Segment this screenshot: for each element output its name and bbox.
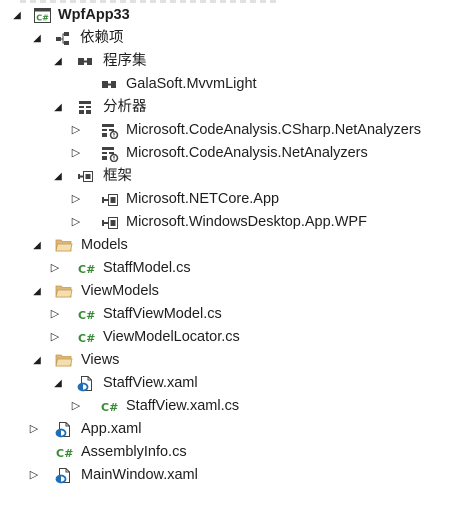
csharp-file-icon: C# xyxy=(78,261,95,276)
tree-item-analyzer-net[interactable]: ▷ Microsoft.CodeAnalysis.NetAnalyzers xyxy=(0,142,473,165)
tree-item-windowsdesktop[interactable]: ▷ Microsoft.WindowsDesktop.App.WPF xyxy=(0,211,473,234)
collapsed-arrow-icon[interactable]: ▷ xyxy=(69,395,83,418)
xaml-file-icon xyxy=(55,468,71,484)
analyzers-icon xyxy=(77,100,93,115)
expanded-arrow-icon[interactable]: ◢ xyxy=(30,280,44,303)
tree-item-label: AssemblyInfo.cs xyxy=(81,444,187,460)
frameworks-icon xyxy=(77,169,93,184)
svg-text:C#: C# xyxy=(101,401,118,414)
collapsed-arrow-icon[interactable]: ▷ xyxy=(69,211,83,234)
tree-item-label: GalaSoft.MvvmLight xyxy=(126,76,257,92)
csharp-file-icon: C# xyxy=(56,445,73,460)
tree-item-staffmodel[interactable]: ▷ C# StaffModel.cs xyxy=(0,257,473,280)
tree-item-label: App.xaml xyxy=(81,421,142,437)
tree-item-label: Microsoft.CodeAnalysis.CSharp.NetAnalyze… xyxy=(126,122,421,138)
tree-item-label: 框架 xyxy=(103,168,132,184)
framework-reference-icon xyxy=(101,192,118,207)
dependencies-icon xyxy=(55,31,71,46)
tree-item-label: 分析器 xyxy=(103,99,147,115)
svg-text:C#: C# xyxy=(78,309,95,322)
tree-item-mvvmlight[interactable]: GalaSoft.MvvmLight xyxy=(0,73,473,96)
collapsed-arrow-icon[interactable]: ▷ xyxy=(69,119,83,142)
tree-item-label: StaffView.xaml.cs xyxy=(126,398,240,414)
folder-icon xyxy=(55,284,73,299)
tree-item-staffview-xaml[interactable]: ◢ StaffView.xaml xyxy=(0,372,473,395)
tree-item-app-xaml[interactable]: ▷ App.xaml xyxy=(0,418,473,441)
tree-item-mainwindow[interactable]: ▷ MainWindow.xaml xyxy=(0,464,473,487)
tree-item-assemblyinfo[interactable]: C# AssemblyInfo.cs xyxy=(0,441,473,464)
collapsed-arrow-icon[interactable]: ▷ xyxy=(69,188,83,211)
tree-item-netcore[interactable]: ▷ Microsoft.NETCore.App xyxy=(0,188,473,211)
collapsed-arrow-icon[interactable]: ▷ xyxy=(48,303,62,326)
tree-item-staffview-cs[interactable]: ▷ C# StaffView.xaml.cs xyxy=(0,395,473,418)
tree-item-assemblies[interactable]: ◢ 程序集 xyxy=(0,50,473,73)
expanded-arrow-icon[interactable]: ◢ xyxy=(51,96,65,119)
csharp-project-icon: C# xyxy=(34,8,51,23)
tree-item-project[interactable]: ◢ C# WpfApp33 xyxy=(0,4,473,27)
tree-item-analyzer-csharp[interactable]: ▷ Microsoft.CodeAnalysis.CSharp.NetAnaly… xyxy=(0,119,473,142)
collapsed-arrow-icon[interactable]: ▷ xyxy=(27,418,41,441)
svg-text:C#: C# xyxy=(78,332,95,345)
csharp-file-icon: C# xyxy=(78,307,95,322)
tree-item-label: MainWindow.xaml xyxy=(81,467,198,483)
expanded-arrow-icon[interactable]: ◢ xyxy=(30,234,44,257)
tree-item-label: ViewModelLocator.cs xyxy=(103,329,240,345)
folder-icon xyxy=(55,353,73,368)
assembly-reference-icon xyxy=(101,77,117,92)
folder-icon xyxy=(55,238,73,253)
collapsed-arrow-icon[interactable]: ▷ xyxy=(48,326,62,349)
assemblies-icon xyxy=(77,54,93,69)
tree-item-label: ViewModels xyxy=(81,283,159,299)
analyzer-icon xyxy=(101,146,119,162)
tree-item-dependencies[interactable]: ◢ 依赖项 xyxy=(0,27,473,50)
expanded-arrow-icon[interactable]: ◢ xyxy=(51,50,65,73)
framework-reference-icon xyxy=(101,215,118,230)
analyzer-icon xyxy=(101,123,119,139)
expanded-arrow-icon[interactable]: ◢ xyxy=(51,372,65,395)
tree-item-viewmodels-folder[interactable]: ◢ ViewModels xyxy=(0,280,473,303)
csharp-file-icon: C# xyxy=(78,330,95,345)
tree-item-label: Models xyxy=(81,237,128,253)
tree-item-views-folder[interactable]: ◢ Views xyxy=(0,349,473,372)
tree-item-models-folder[interactable]: ◢ Models xyxy=(0,234,473,257)
tree-item-label: 程序集 xyxy=(103,53,147,69)
tree-item-label: Microsoft.WindowsDesktop.App.WPF xyxy=(126,214,367,230)
expanded-arrow-icon[interactable]: ◢ xyxy=(51,165,65,188)
svg-text:C#: C# xyxy=(56,447,73,460)
tree-item-label: StaffView.xaml xyxy=(103,375,198,391)
tree-item-staffviewmodel[interactable]: ▷ C# StaffViewModel.cs xyxy=(0,303,473,326)
expanded-arrow-icon[interactable]: ◢ xyxy=(30,349,44,372)
svg-text:C#: C# xyxy=(36,14,49,23)
expanded-arrow-icon[interactable]: ◢ xyxy=(30,27,44,50)
tree-item-label: 依赖项 xyxy=(80,30,124,46)
collapsed-arrow-icon[interactable]: ▷ xyxy=(69,142,83,165)
expanded-arrow-icon[interactable]: ◢ xyxy=(10,4,24,27)
tree-item-label: StaffViewModel.cs xyxy=(103,306,222,322)
tree-item-viewmodellocator[interactable]: ▷ C# ViewModelLocator.cs xyxy=(0,326,473,349)
tree-item-analyzers[interactable]: ◢ 分析器 xyxy=(0,96,473,119)
tree-item-label: WpfApp33 xyxy=(58,7,130,23)
collapsed-arrow-icon[interactable]: ▷ xyxy=(48,257,62,280)
csharp-file-icon: C# xyxy=(101,399,118,414)
solution-explorer-tree[interactable]: ◢ C# WpfApp33 ◢ 依赖项 ◢ 程序集 GalaSoft.MvvmL… xyxy=(0,4,473,487)
xaml-file-icon xyxy=(55,422,71,438)
tree-item-label: StaffModel.cs xyxy=(103,260,191,276)
svg-text:C#: C# xyxy=(78,263,95,276)
collapsed-arrow-icon[interactable]: ▷ xyxy=(27,464,41,487)
tree-item-label: Views xyxy=(81,352,120,368)
tree-item-label: Microsoft.CodeAnalysis.NetAnalyzers xyxy=(126,145,368,161)
xaml-file-icon xyxy=(77,376,93,392)
tree-item-label: Microsoft.NETCore.App xyxy=(126,191,280,207)
tree-item-frameworks[interactable]: ◢ 框架 xyxy=(0,165,473,188)
